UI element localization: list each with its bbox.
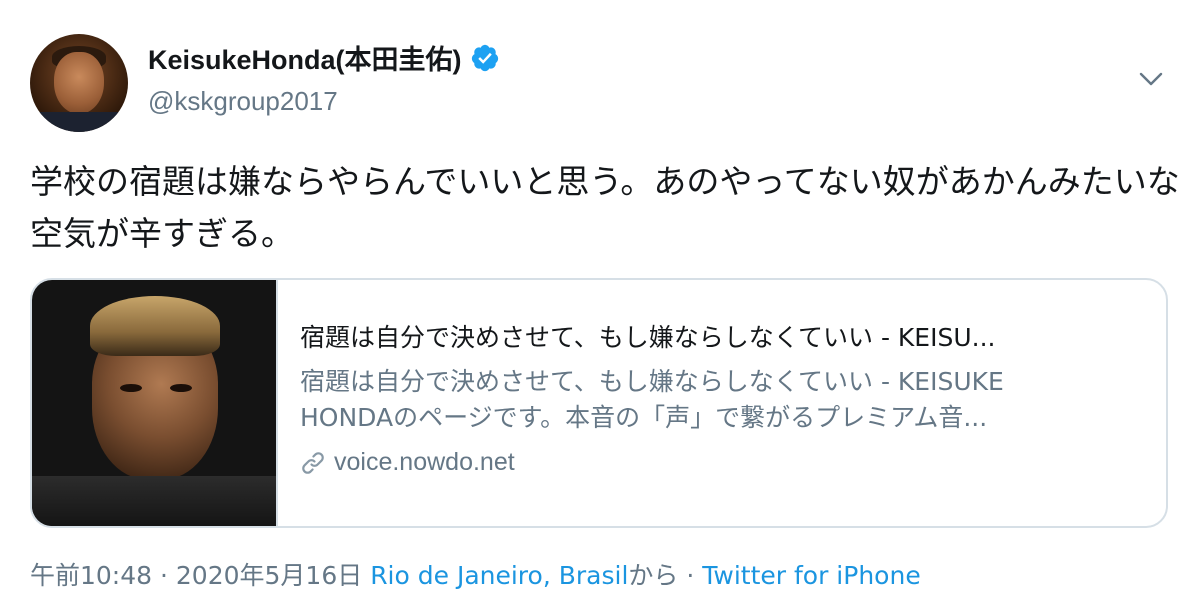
author-name-row[interactable]: KeisukeHonda(本田圭佑) [148,38,500,77]
card-thumbnail-eye [120,384,142,392]
tweet-source-link[interactable]: Twitter for iPhone [702,561,920,590]
card-title[interactable]: 宿題は自分で決めさせて、もし嫌ならしなくていい - KEISU... [300,320,1150,356]
card-description-line: HONDAのページです。本音の「声」で繋がるプレミアム音... [300,403,988,432]
card-description-line: 宿題は自分で決めさせて、もし嫌ならしなくていい - KEISUKE [300,367,1004,396]
avatar-face [54,52,104,114]
card-thumbnail-body [32,476,276,526]
card-thumbnail-hair [90,296,220,356]
avatar[interactable] [30,34,128,132]
card-domain-text: voice.nowdo.net [334,448,515,476]
tweet: KeisukeHonda(本田圭佑) @kskgroup2017 学校の宿題は嫌… [0,0,1200,614]
link-card[interactable]: 宿題は自分で決めさせて、もし嫌ならしなくていい - KEISU... 宿題は自分… [30,278,1168,528]
author-handle[interactable]: @kskgroup2017 [148,86,338,117]
card-thumbnail-eye [170,384,192,392]
avatar-shirt [30,112,128,132]
from-suffix: から [628,561,679,590]
verified-badge-icon [471,44,498,71]
tweet-meta: 午前10:48 · 2020年5月16日 Rio de Janeiro, Bra… [30,556,921,592]
chevron-down-icon[interactable] [1136,68,1166,90]
card-domain[interactable]: voice.nowdo.net [300,448,1150,477]
meta-separator: · [678,561,703,590]
card-body[interactable]: 宿題は自分で決めさせて、もし嫌ならしなくていい - KEISU... 宿題は自分… [300,320,1150,477]
tweet-timestamp[interactable]: 午前10:48 · 2020年5月16日 [30,561,362,590]
author-display-name[interactable]: KeisukeHonda(本田圭佑) [148,38,462,77]
card-description: 宿題は自分で決めさせて、もし嫌ならしなくていい - KEISUKE HONDAの… [300,364,1150,436]
card-thumbnail[interactable] [32,280,278,526]
tweet-location-link[interactable]: Rio de Janeiro, Brasil [370,561,628,590]
tweet-text: 学校の宿題は嫌ならやらんでいいと思う。あのやってない奴があかんみたいな空気が辛す… [30,162,1180,253]
link-icon [302,451,324,474]
